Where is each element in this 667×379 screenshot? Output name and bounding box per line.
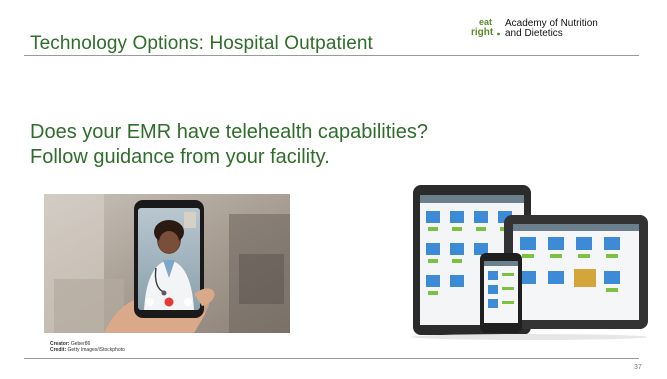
svg-text:eat: eat: [479, 17, 492, 27]
body-line-question: Does your EMR have telehealth capabiliti…: [30, 121, 428, 143]
logo-org-line2: and Dietetics: [505, 28, 563, 39]
logo-organization-name: Academy of Nutrition and Dietetics: [505, 19, 598, 39]
page-number: 37: [634, 364, 642, 371]
slide-title: Technology Options: Hospital Outpatient: [30, 33, 373, 54]
slide-body: Does your EMR have telehealth capabiliti…: [30, 120, 428, 170]
footer-divider: [24, 358, 639, 359]
eat-right-logo-icon: eat right: [471, 17, 500, 38]
body-line-guidance: Follow guidance from your facility.: [30, 146, 330, 168]
academy-logo: eat right Academy of Nutrition and Diete…: [470, 15, 630, 39]
credit-label: Credit:: [50, 347, 67, 353]
credit-line: Credit: Getty Images/iStockphoto: [50, 347, 125, 353]
photo-credits: Creator: Geber86 Credit: Getty Images/iS…: [50, 341, 125, 353]
slide: Technology Options: Hospital Outpatient …: [0, 0, 667, 379]
svg-text:right: right: [471, 27, 494, 38]
title-divider: [24, 55, 639, 56]
credit-value: Getty Images/iStockphoto: [67, 347, 125, 353]
telehealth-phone-photo: [44, 194, 290, 333]
tablets-devices-photo: [408, 181, 650, 341]
